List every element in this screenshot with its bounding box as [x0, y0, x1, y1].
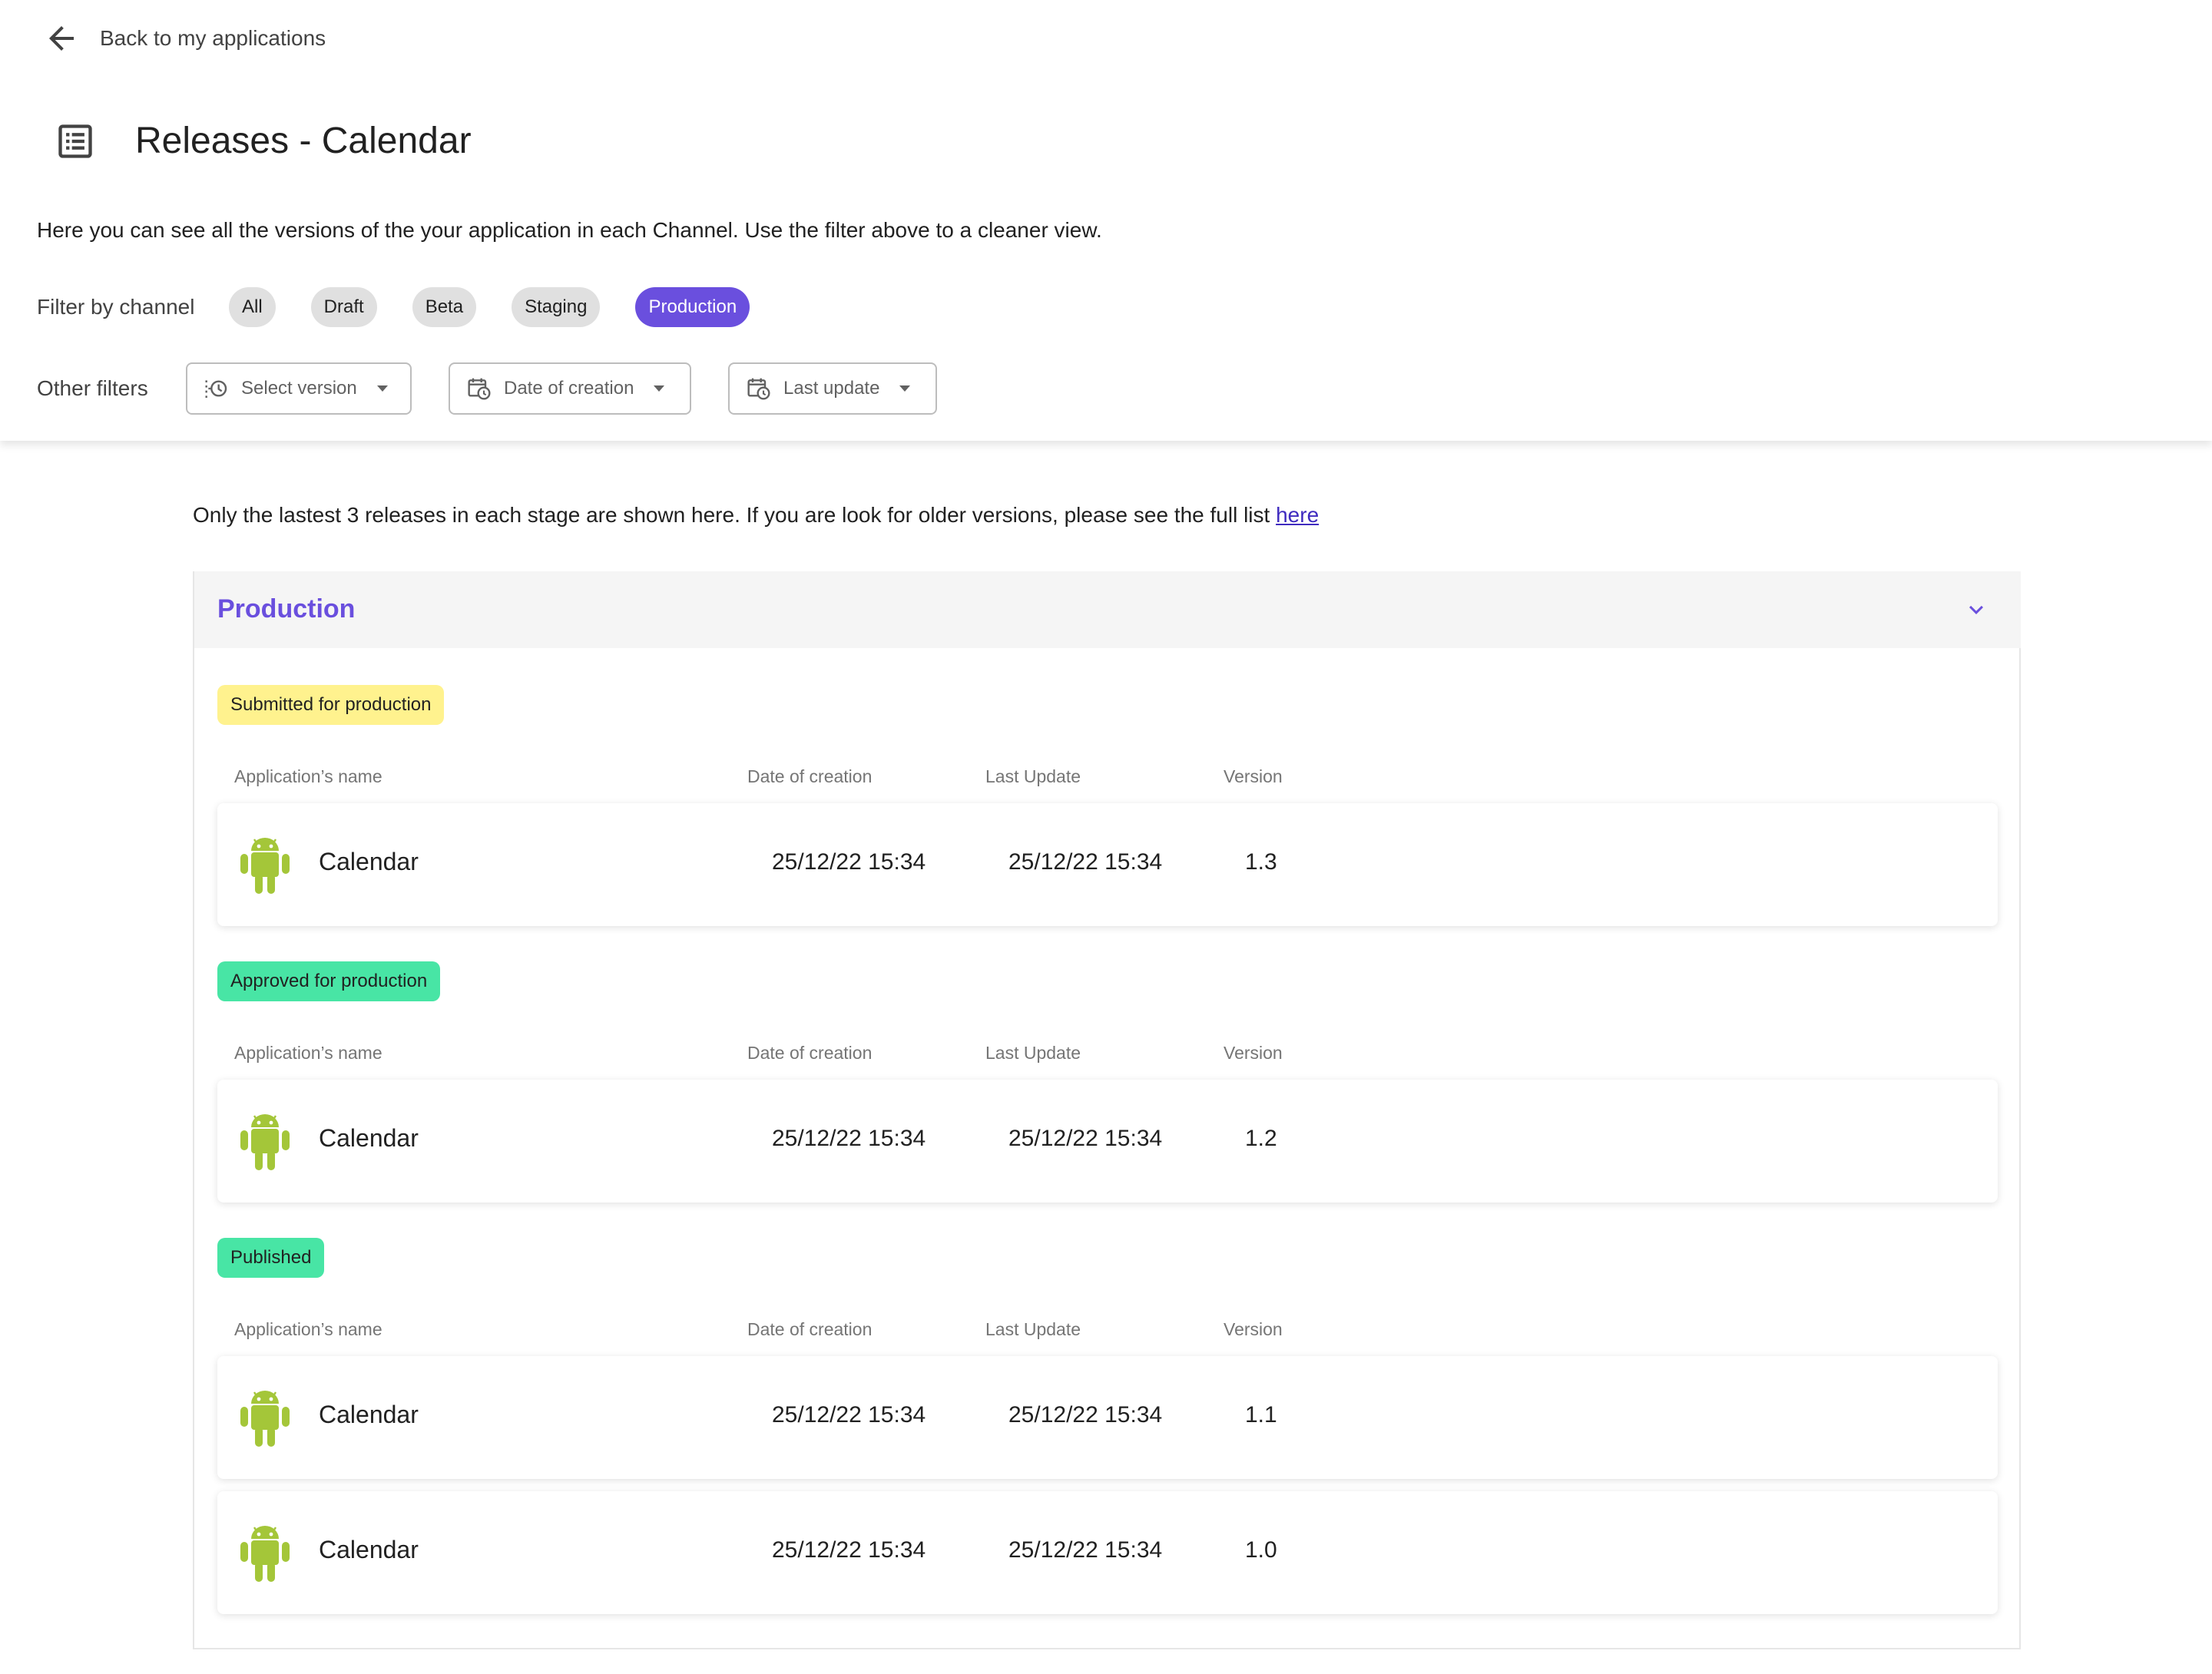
chip-draft[interactable]: Draft	[310, 287, 377, 327]
creation-date: 25/12/22 15:34	[772, 1537, 926, 1563]
col-created-header: Date of creation	[747, 1043, 873, 1063]
back-link[interactable]: Back to my applications	[43, 20, 326, 57]
chevron-down-icon[interactable]	[1962, 596, 1990, 624]
date-creation-label: Date of creation	[504, 378, 634, 399]
back-link-label: Back to my applications	[100, 26, 326, 50]
col-updated-header: Last Update	[985, 1043, 1081, 1063]
table-row[interactable]: Calendar 25/12/22 15:34 25/12/22 15:34 1…	[217, 803, 1998, 926]
status-badge: Submitted for production	[217, 685, 445, 725]
channel-filter: Filter by channel All Draft Beta Staging…	[37, 287, 785, 327]
col-name-header: Application’s name	[234, 766, 382, 786]
production-panel: Production Submitted for production Appl…	[193, 571, 2021, 1649]
android-icon	[240, 1114, 290, 1170]
other-filters: Other filters Select version Date of cre…	[37, 362, 974, 415]
table-row[interactable]: Calendar 25/12/22 15:34 25/12/22 15:34 1…	[217, 1356, 1998, 1479]
col-version-header: Version	[1224, 1043, 1283, 1063]
status-badge: Published	[217, 1238, 325, 1278]
table-row[interactable]: Calendar 25/12/22 15:34 25/12/22 15:34 1…	[217, 1080, 1998, 1203]
app-name: Calendar	[319, 1401, 419, 1428]
app-name: Calendar	[319, 1536, 419, 1563]
column-headers: Application’s name Date of creation Last…	[234, 1319, 2001, 1342]
column-headers: Application’s name Date of creation Last…	[234, 1043, 2001, 1066]
col-created-header: Date of creation	[747, 766, 873, 786]
status-badge: Approved for production	[217, 961, 441, 1001]
col-version-header: Version	[1224, 1319, 1283, 1339]
page-title-row: Releases - Calendar	[55, 120, 472, 162]
channel-filter-label: Filter by channel	[37, 295, 195, 319]
col-name-header: Application’s name	[234, 1319, 382, 1339]
android-icon	[240, 838, 290, 894]
other-filters-label: Other filters	[37, 376, 148, 400]
date-creation-dropdown[interactable]: Date of creation	[449, 362, 691, 415]
last-update-label: Last update	[783, 378, 880, 399]
update-date: 25/12/22 15:34	[1008, 1402, 1163, 1428]
calendar-clock-icon	[468, 378, 491, 400]
chip-all[interactable]: All	[229, 287, 276, 327]
section-title: Production	[217, 594, 356, 624]
list-icon	[58, 124, 92, 158]
chip-production[interactable]: Production	[635, 287, 750, 327]
version: 1.3	[1245, 849, 1277, 875]
caret-down-icon	[654, 385, 665, 392]
update-date: 25/12/22 15:34	[1008, 1537, 1163, 1563]
releases-notice: Only the lastest 3 releases in each stag…	[193, 503, 1319, 528]
app-name: Calendar	[319, 848, 419, 875]
android-icon	[240, 1526, 290, 1582]
header: Back to my applications Releases - Calen…	[0, 0, 2212, 441]
col-updated-header: Last Update	[985, 1319, 1081, 1339]
last-update-dropdown[interactable]: Last update	[728, 362, 937, 415]
version: 1.2	[1245, 1126, 1277, 1151]
app-name: Calendar	[319, 1124, 419, 1152]
update-date: 25/12/22 15:34	[1008, 1126, 1163, 1151]
calendar-clock-icon	[747, 378, 770, 400]
production-panel-header[interactable]: Production	[194, 571, 2021, 648]
select-version-label: Select version	[241, 378, 357, 399]
chip-staging[interactable]: Staging	[512, 287, 601, 327]
column-headers: Application’s name Date of creation Last…	[234, 766, 2001, 789]
page-description: Here you can see all the versions of the…	[37, 218, 1102, 242]
releases-notice-text: Only the lastest 3 releases in each stag…	[193, 503, 1277, 527]
col-created-header: Date of creation	[747, 1319, 873, 1339]
full-list-link[interactable]: here	[1276, 503, 1319, 527]
col-version-header: Version	[1224, 766, 1283, 786]
caret-down-icon	[899, 385, 911, 392]
android-icon	[240, 1391, 290, 1447]
creation-date: 25/12/22 15:34	[772, 1126, 926, 1151]
page-title: Releases - Calendar	[135, 121, 472, 161]
version: 1.1	[1245, 1402, 1277, 1428]
col-updated-header: Last Update	[985, 766, 1081, 786]
update-date: 25/12/22 15:34	[1008, 849, 1163, 875]
creation-date: 25/12/22 15:34	[772, 1402, 926, 1428]
version: 1.0	[1245, 1537, 1277, 1563]
arrow-left-icon	[49, 26, 74, 51]
col-name-header: Application’s name	[234, 1043, 382, 1063]
table-row[interactable]: Calendar 25/12/22 15:34 25/12/22 15:34 1…	[217, 1491, 1998, 1614]
creation-date: 25/12/22 15:34	[772, 849, 926, 875]
select-version-dropdown[interactable]: Select version	[186, 362, 412, 415]
caret-down-icon	[376, 385, 388, 392]
version-history-icon	[205, 380, 227, 398]
chip-beta[interactable]: Beta	[412, 287, 477, 327]
